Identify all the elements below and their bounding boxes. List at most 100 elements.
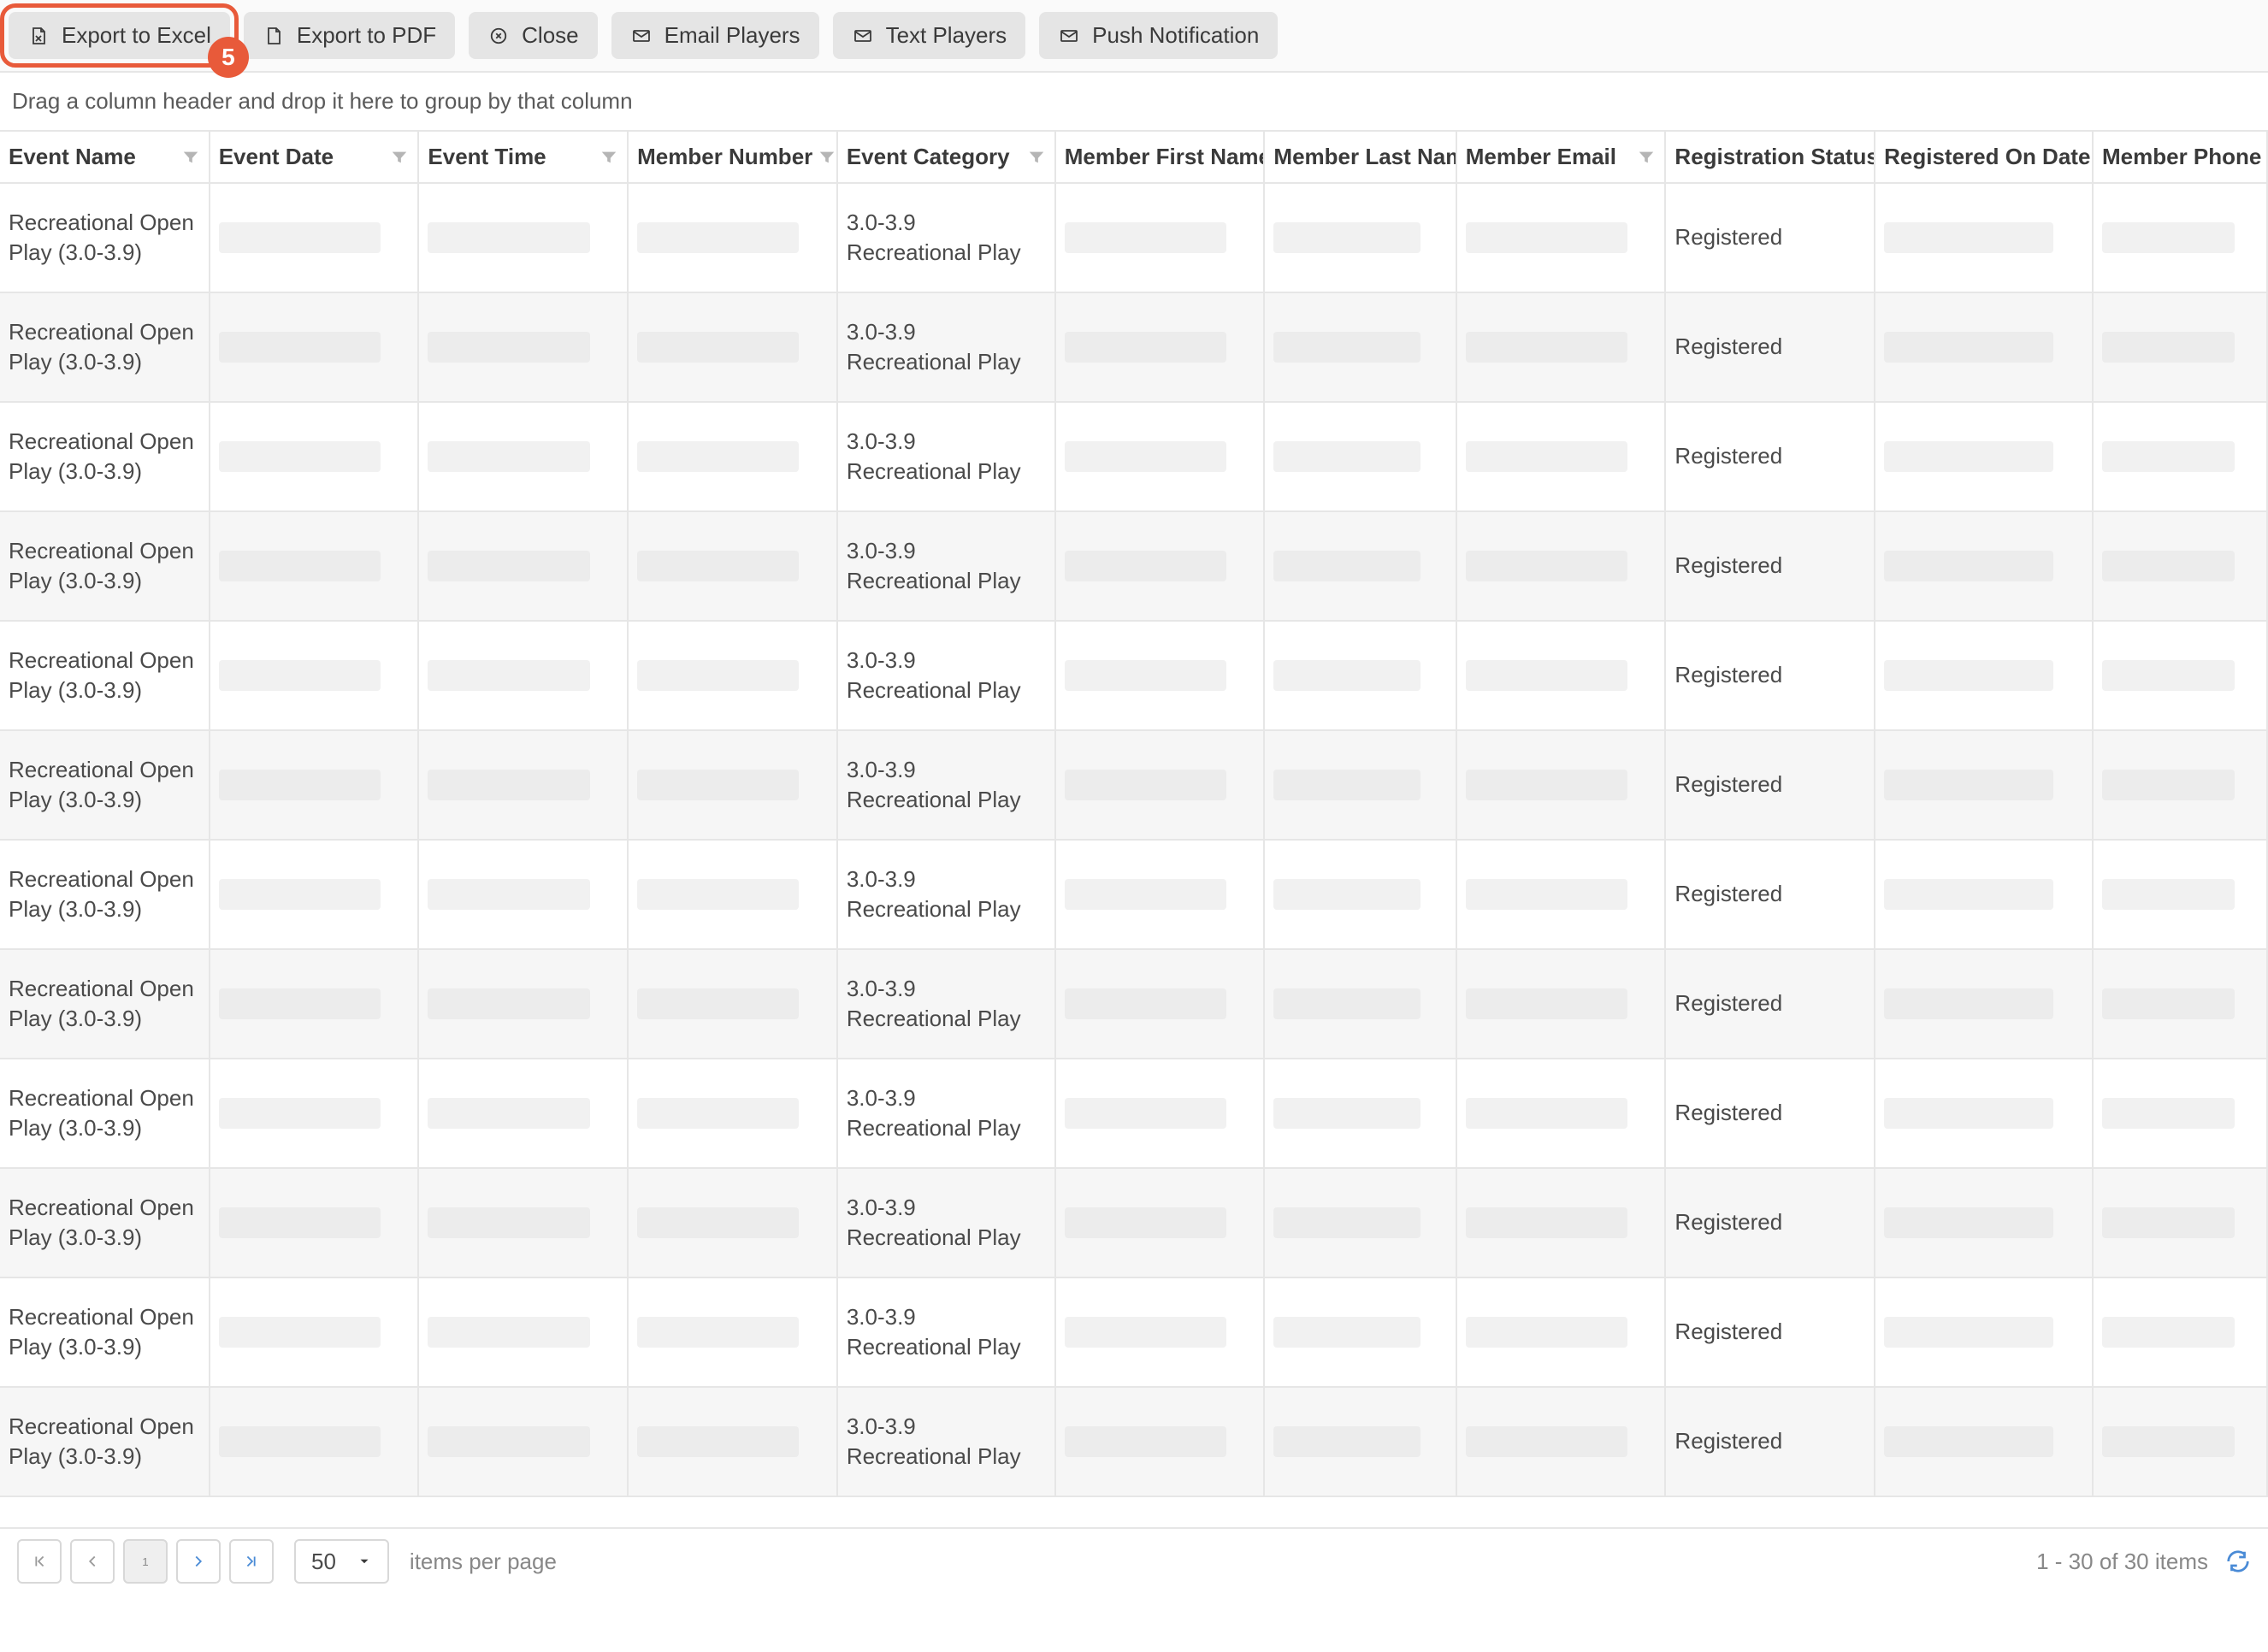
col-header[interactable]: Registered On Date...	[1875, 132, 2093, 183]
col-header[interactable]: Event Category	[837, 132, 1055, 183]
cell	[418, 1059, 628, 1168]
group-by-hint[interactable]: Drag a column header and drop it here to…	[0, 73, 2268, 132]
cell: 3.0-3.9 Recreational Play	[837, 949, 1055, 1059]
redacted-value	[1884, 1317, 2053, 1348]
filter-icon[interactable]	[2266, 148, 2267, 167]
filter-icon[interactable]	[818, 148, 836, 167]
filter-icon[interactable]	[1027, 148, 1046, 167]
cell	[418, 1168, 628, 1277]
col-header[interactable]: Member Number	[628, 132, 837, 183]
text-players-button[interactable]: Text Players	[833, 12, 1026, 59]
pager-next-button[interactable]	[176, 1539, 221, 1584]
table-row[interactable]: Recreational Open Play (3.0-3.9) 3.0-3.9 …	[0, 1168, 2267, 1277]
cell	[1875, 1168, 2093, 1277]
redacted-value	[1065, 879, 1226, 910]
cell: Recreational Open Play (3.0-3.9)	[0, 730, 210, 840]
cell	[1055, 730, 1265, 840]
pdf-file-icon	[263, 25, 285, 47]
refresh-icon[interactable]	[2225, 1549, 2251, 1574]
col-header[interactable]: Registration Status	[1665, 132, 1875, 183]
table-row[interactable]: Recreational Open Play (3.0-3.9)3.0-3.9 …	[0, 292, 2267, 402]
pager-last-button[interactable]	[229, 1539, 274, 1584]
redacted-value	[1273, 879, 1420, 910]
redacted-value	[1273, 441, 1420, 472]
cell	[2093, 840, 2267, 949]
cell	[418, 730, 628, 840]
registration-status: Registered	[1674, 988, 1865, 1018]
redacted-value	[1065, 770, 1226, 800]
cell	[1264, 730, 1456, 840]
event-name: Recreational Open Play (3.0-3.9)	[9, 1302, 200, 1362]
redacted-value	[1065, 1098, 1226, 1129]
table-row[interactable]: Recreational Open Play (3.0-3.9)3.0-3.9 …	[0, 1387, 2267, 1496]
cell	[210, 183, 419, 292]
cell	[628, 511, 837, 621]
cell: 3.0-3.9 Recreational Play	[837, 1387, 1055, 1496]
toolbar: Export to Excel 5 Export to PDF Close Em…	[0, 0, 2268, 73]
table-row[interactable]: Recreational Open Play (3.0-3.9)3.0-3.9 …	[0, 840, 2267, 949]
col-header[interactable]: Event Name	[0, 132, 210, 183]
push-notification-button[interactable]: Push Notification	[1039, 12, 1278, 59]
cell	[1456, 402, 1666, 511]
cell	[1055, 1277, 1265, 1387]
redacted-value	[428, 222, 589, 253]
filter-icon[interactable]	[181, 148, 200, 167]
cell: Registered	[1665, 1277, 1875, 1387]
table-row[interactable]: Recreational Open Play (3.0-3.9)3.0-3.9 …	[0, 1277, 2267, 1387]
export-excel-highlight: Export to Excel 5	[9, 12, 230, 59]
table-row[interactable]: Recreational Open Play (3.0-3.9)3.0-3.9 …	[0, 1059, 2267, 1168]
registration-status: Registered	[1674, 660, 1865, 690]
cell: 3.0-3.9 Recreational Play	[837, 1168, 1055, 1277]
pager-prev-button[interactable]	[70, 1539, 115, 1584]
redacted-value	[637, 770, 799, 800]
cell	[1456, 840, 1666, 949]
filter-icon[interactable]	[599, 148, 618, 167]
redacted-value	[1466, 660, 1627, 691]
redacted-value	[1466, 770, 1627, 800]
cell: Recreational Open Play (3.0-3.9)	[0, 1168, 210, 1277]
table-row[interactable]: Recreational Open Play (3.0-3.9)3.0-3.9 …	[0, 949, 2267, 1059]
cell	[418, 621, 628, 730]
pager-page-1[interactable]: 1	[123, 1539, 168, 1584]
registration-status: Registered	[1674, 551, 1865, 581]
cell: Recreational Open Play (3.0-3.9)	[0, 1277, 210, 1387]
export-to-pdf-button[interactable]: Export to PDF	[244, 12, 455, 59]
col-label: Member Phone	[2102, 144, 2261, 170]
email-players-button[interactable]: Email Players	[611, 12, 819, 59]
table-row[interactable]: Recreational Open Play (3.0-3.9)3.0-3.9 …	[0, 183, 2267, 292]
cell: 3.0-3.9 Recreational Play	[837, 621, 1055, 730]
redacted-value	[2102, 332, 2235, 363]
cell	[1456, 183, 1666, 292]
page-size-select[interactable]: 50	[294, 1539, 389, 1584]
cell	[2093, 1059, 2267, 1168]
table-row[interactable]: Recreational Open Play (3.0-3.9)3.0-3.9 …	[0, 402, 2267, 511]
table-row[interactable]: Recreational Open Play (3.0-3.9)3.0-3.9 …	[0, 511, 2267, 621]
redacted-value	[1466, 222, 1627, 253]
redacted-value	[2102, 988, 2235, 1019]
col-header[interactable]: Member Email	[1456, 132, 1666, 183]
redacted-value	[428, 332, 589, 363]
cell	[1875, 840, 2093, 949]
col-header[interactable]: Member Phone	[2093, 132, 2267, 183]
pager-first-button[interactable]	[17, 1539, 62, 1584]
cell	[1264, 183, 1456, 292]
col-header[interactable]: Event Time	[418, 132, 628, 183]
text-players-label: Text Players	[886, 22, 1007, 49]
redacted-value	[428, 1207, 589, 1238]
redacted-value	[1065, 441, 1226, 472]
cell: Recreational Open Play (3.0-3.9)	[0, 511, 210, 621]
registration-status: Registered	[1674, 1426, 1865, 1456]
filter-icon[interactable]	[390, 148, 409, 167]
cell	[210, 402, 419, 511]
table-row[interactable]: Recreational Open Play (3.0-3.9)3.0-3.9 …	[0, 621, 2267, 730]
table-row[interactable]: Recreational Open Play (3.0-3.9)3.0-3.9 …	[0, 730, 2267, 840]
close-button[interactable]: Close	[469, 12, 597, 59]
export-to-excel-button[interactable]: Export to Excel	[9, 12, 230, 59]
filter-icon[interactable]	[1637, 148, 1656, 167]
col-header[interactable]: Member First Name	[1055, 132, 1265, 183]
redacted-value	[219, 1317, 381, 1348]
col-header[interactable]: Event Date	[210, 132, 419, 183]
cell: Recreational Open Play (3.0-3.9)	[0, 1059, 210, 1168]
col-header[interactable]: Member Last Name	[1264, 132, 1456, 183]
cell	[1055, 949, 1265, 1059]
